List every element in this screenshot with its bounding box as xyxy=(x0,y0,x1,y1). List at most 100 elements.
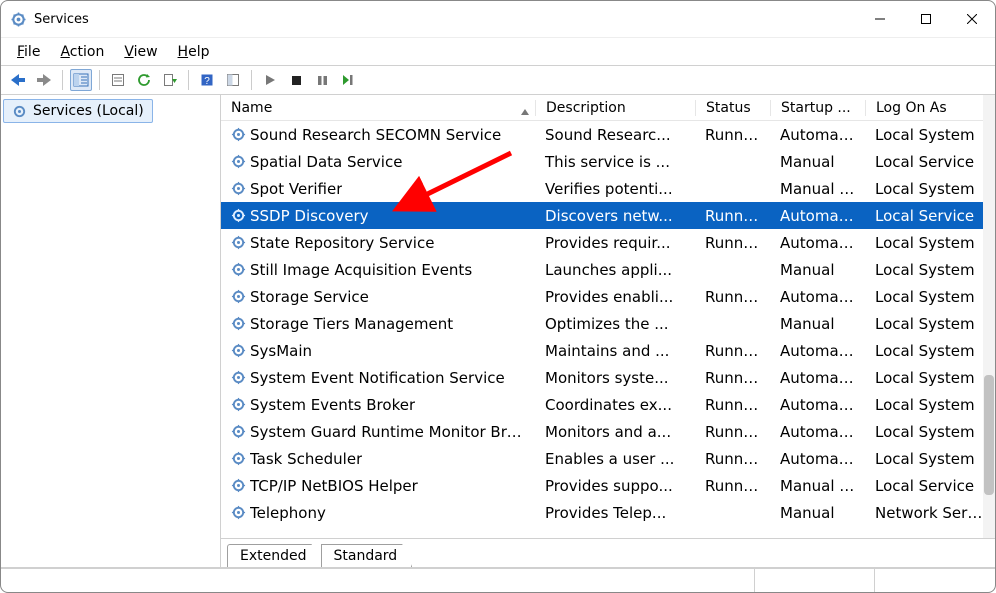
export-list-button[interactable] xyxy=(159,69,181,91)
table-row[interactable]: Spatial Data ServiceThis service is ...M… xyxy=(221,148,983,175)
properties-button[interactable] xyxy=(107,69,129,91)
window-buttons xyxy=(857,1,995,37)
restart-service-button[interactable] xyxy=(337,69,359,91)
services-rows: Sound Research SECOMN ServiceSound Resea… xyxy=(221,121,983,526)
scrollbar-thumb[interactable] xyxy=(984,375,994,495)
service-description: Enables a user ... xyxy=(535,450,695,468)
service-description: Monitors syste... xyxy=(535,369,695,387)
table-row[interactable]: System Event Notification Service Monitor… xyxy=(221,364,983,391)
titlebar: Services xyxy=(1,1,995,37)
toolbar: ? xyxy=(1,65,995,95)
service-gear-icon xyxy=(231,424,246,439)
service-gear-icon xyxy=(231,181,246,196)
service-logon: Local System xyxy=(865,369,983,387)
services-window: Services File Action View Help ? xyxy=(0,0,996,593)
service-logon: Local System xyxy=(865,450,983,468)
toolbar-extra-button[interactable] xyxy=(222,69,244,91)
table-row[interactable]: System Guard Runtime Monitor Brok...Moni… xyxy=(221,418,983,445)
table-row[interactable]: TCP/IP NetBIOS HelperProvides suppo...Ru… xyxy=(221,472,983,499)
service-description: Provides suppo... xyxy=(535,477,695,495)
service-startup: Automatic xyxy=(770,450,865,468)
table-row[interactable]: Storage ServiceProvides enabli...Runni..… xyxy=(221,283,983,310)
menu-action[interactable]: Action xyxy=(50,41,114,63)
service-logon: Local System xyxy=(865,180,983,198)
service-name: SysMain xyxy=(250,342,312,360)
tree-item-services-local[interactable]: Services (Local) xyxy=(3,99,153,123)
service-gear-icon xyxy=(231,505,246,520)
service-name: System Guard Runtime Monitor Brok... xyxy=(250,423,525,441)
service-startup: Manual xyxy=(770,504,865,522)
service-startup: Automat... xyxy=(770,396,865,414)
service-name: Telephony xyxy=(250,504,326,522)
service-status: Runni... xyxy=(695,234,770,252)
gear-icon xyxy=(12,104,27,119)
nav-back-button[interactable] xyxy=(7,69,29,91)
service-name: Storage Tiers Management xyxy=(250,315,453,333)
stop-service-button[interactable] xyxy=(285,69,307,91)
close-button[interactable] xyxy=(949,1,995,37)
tab-extended[interactable]: Extended xyxy=(227,544,322,567)
table-row[interactable]: Spot VerifierVerifies potenti...Manual (… xyxy=(221,175,983,202)
table-row[interactable]: Sound Research SECOMN ServiceSound Resea… xyxy=(221,121,983,148)
service-startup: Manual (... xyxy=(770,180,865,198)
service-logon: Local System xyxy=(865,288,983,306)
service-description: Provides Telep... xyxy=(535,504,695,522)
service-description: Sound Researc... xyxy=(535,126,695,144)
service-name: TCP/IP NetBIOS Helper xyxy=(250,477,418,495)
col-startup[interactable]: Startup ... xyxy=(770,100,865,116)
vertical-scrollbar[interactable] xyxy=(983,95,995,538)
refresh-button[interactable] xyxy=(133,69,155,91)
col-name[interactable]: Name xyxy=(221,100,535,116)
view-tabs: Extended Standard xyxy=(221,539,995,567)
menu-file[interactable]: File xyxy=(7,41,50,63)
table-row[interactable]: System Events BrokerCoordinates ex...Run… xyxy=(221,391,983,418)
show-hide-tree-button[interactable] xyxy=(70,69,92,91)
service-description: Verifies potenti... xyxy=(535,180,695,198)
pause-service-button[interactable] xyxy=(311,69,333,91)
table-row[interactable]: Storage Tiers ManagementOptimizes the ..… xyxy=(221,310,983,337)
console-tree[interactable]: Services (Local) xyxy=(1,95,221,567)
tab-standard[interactable]: Standard xyxy=(321,544,413,567)
service-logon: Local System xyxy=(865,423,983,441)
col-description[interactable]: Description xyxy=(535,100,695,116)
minimize-button[interactable] xyxy=(857,1,903,37)
service-startup: Manual xyxy=(770,153,865,171)
service-name: Task Scheduler xyxy=(250,450,362,468)
maximize-button[interactable] xyxy=(903,1,949,37)
menu-view[interactable]: View xyxy=(114,41,167,63)
service-gear-icon xyxy=(231,397,246,412)
app-gear-icon xyxy=(11,12,26,27)
col-logon[interactable]: Log On As xyxy=(865,100,983,116)
service-gear-icon xyxy=(231,343,246,358)
tree-item-label: Services (Local) xyxy=(33,103,144,119)
table-row[interactable]: Still Image Acquisition EventsLaunches a… xyxy=(221,256,983,283)
service-status: Runni... xyxy=(695,207,770,225)
service-name: Still Image Acquisition Events xyxy=(250,261,472,279)
services-list: Name Description Status Startup ... Log … xyxy=(221,95,995,539)
service-logon: Local System xyxy=(865,126,983,144)
service-startup: Automat... xyxy=(770,288,865,306)
service-description: Discovers netw... xyxy=(535,207,695,225)
menu-help[interactable]: Help xyxy=(168,41,220,63)
table-row[interactable]: SysMainMaintains and ...Runni...Automati… xyxy=(221,337,983,364)
table-row[interactable]: State Repository ServiceProvides requir.… xyxy=(221,229,983,256)
table-row[interactable]: Task SchedulerEnables a user ...Runni...… xyxy=(221,445,983,472)
table-row[interactable]: TelephonyProvides Telep...ManualNetwork … xyxy=(221,499,983,526)
service-startup: Automatic xyxy=(770,342,865,360)
service-description: This service is ... xyxy=(535,153,695,171)
help-button[interactable]: ? xyxy=(196,69,218,91)
nav-forward-button[interactable] xyxy=(33,69,55,91)
table-row[interactable]: SSDP DiscoveryDiscovers netw...Runni...A… xyxy=(221,202,983,229)
service-startup: Automatic xyxy=(770,126,865,144)
service-startup: Manual (... xyxy=(770,477,865,495)
service-logon: Local Service xyxy=(865,477,983,495)
service-description: Maintains and ... xyxy=(535,342,695,360)
service-name: System Event Notification Service xyxy=(250,369,505,387)
service-startup: Automatic xyxy=(770,207,865,225)
col-status[interactable]: Status xyxy=(695,100,770,116)
start-service-button[interactable] xyxy=(259,69,281,91)
service-gear-icon xyxy=(231,262,246,277)
service-logon: Local System xyxy=(865,234,983,252)
service-gear-icon xyxy=(231,208,246,223)
service-gear-icon xyxy=(231,316,246,331)
